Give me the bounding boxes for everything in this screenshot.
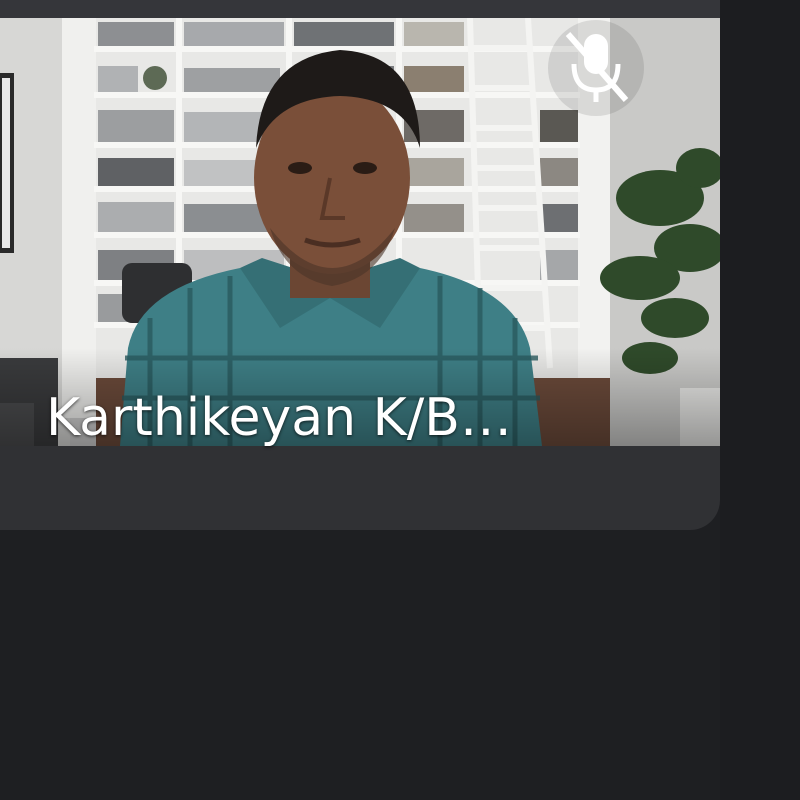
- mic-off-icon: [546, 18, 646, 118]
- participant-tile[interactable]: Karthikeyan K/B…: [0, 0, 720, 530]
- side-panel-strip: [720, 0, 800, 800]
- meeting-stage: Karthikeyan K/B…: [0, 0, 800, 800]
- participant-name: Karthikeyan K/B…: [46, 388, 512, 448]
- tile-top-bar: [0, 0, 720, 18]
